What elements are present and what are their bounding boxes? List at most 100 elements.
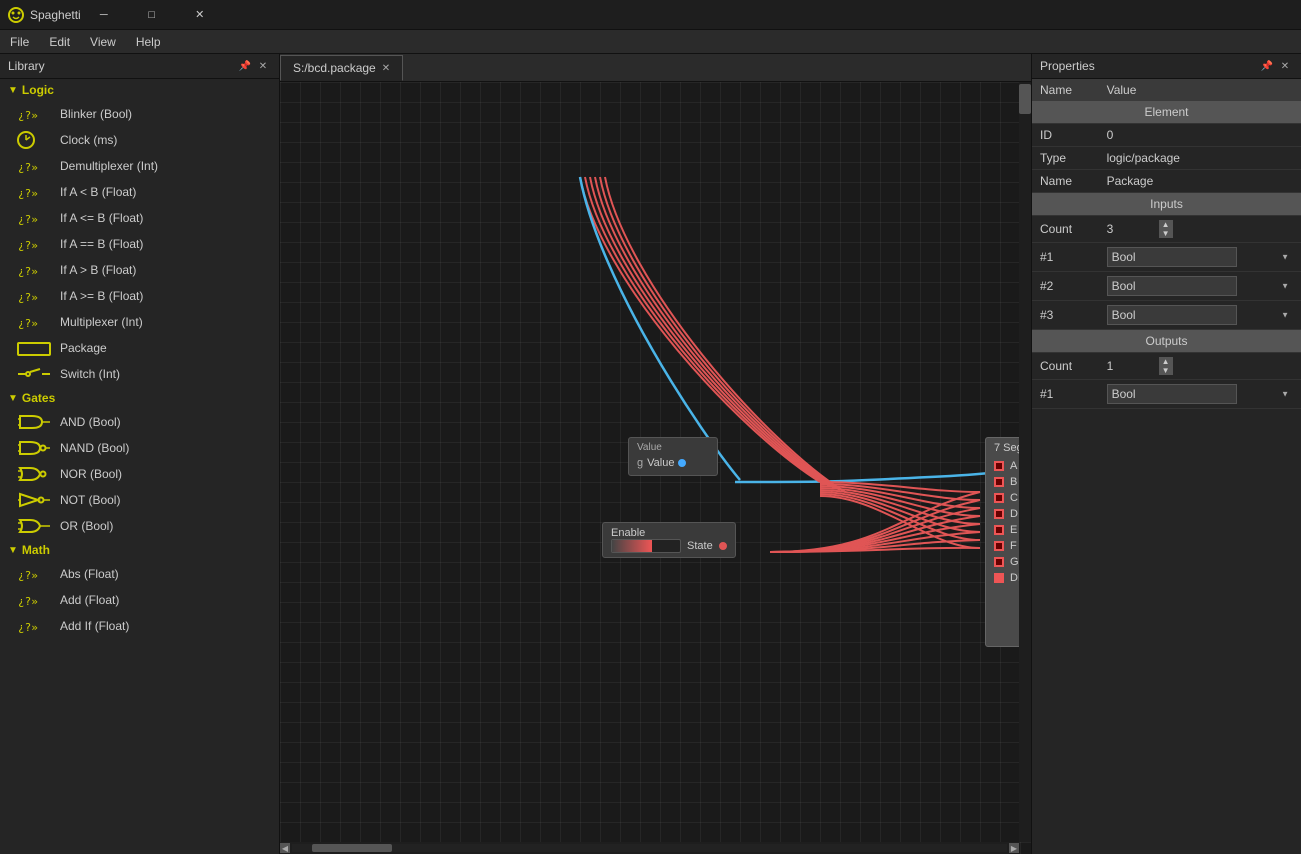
props-name-label: Name (1032, 170, 1099, 193)
enable-slider[interactable] (611, 539, 681, 553)
lib-item-blinker[interactable]: ¿?» Blinker (Bool) (0, 101, 279, 127)
props-row-type: Type logic/package (1032, 147, 1301, 170)
lib-item-switch-label: Switch (Int) (60, 367, 120, 381)
props-input-1-arrow: ▼ (1281, 253, 1289, 262)
props-outputs-count-input[interactable] (1107, 359, 1157, 373)
lib-item-or[interactable]: OR (Bool) (0, 513, 279, 539)
lib-item-package[interactable]: Package (0, 335, 279, 361)
props-input-1-cell: Bool Int Float ▼ (1099, 243, 1301, 272)
props-input-3-select[interactable]: Bool Int Float (1107, 305, 1237, 325)
if-gte-icon: ¿?» (16, 286, 52, 306)
props-outputs-count-down[interactable]: ▼ (1159, 366, 1173, 375)
props-input-2-arrow: ▼ (1281, 282, 1289, 291)
props-inputs-count-label: Count (1032, 216, 1099, 243)
props-input-3-arrow: ▼ (1281, 311, 1289, 320)
lib-item-nand[interactable]: NAND (Bool) (0, 435, 279, 461)
lib-item-mux[interactable]: ¿?» Multiplexer (Int) (0, 309, 279, 335)
lib-item-switch[interactable]: Switch (Int) (0, 361, 279, 387)
props-row-id: ID 0 (1032, 124, 1301, 147)
properties-close-button[interactable]: ✕ (1277, 58, 1293, 74)
lib-item-if-lte[interactable]: ¿?» If A <= B (Float) (0, 205, 279, 231)
lib-item-abs-label: Abs (Float) (60, 567, 119, 581)
seg-port-d-indicator (994, 509, 1004, 519)
props-inputs-count-input[interactable] (1107, 222, 1157, 236)
lib-item-if-gt[interactable]: ¿?» If A > B (Float) (0, 257, 279, 283)
lib-item-abs[interactable]: ¿?» Abs (Float) (0, 561, 279, 587)
svg-text:¿?»: ¿?» (18, 109, 38, 122)
props-output-1-row: #1 Bool Int Float ▼ (1032, 380, 1301, 409)
tab-close-icon[interactable]: ✕ (382, 63, 390, 74)
props-input-3-row: #3 Bool Int Float ▼ (1032, 301, 1301, 330)
menubar: File Edit View Help (0, 30, 1301, 54)
props-input-1-select[interactable]: Bool Int Float (1107, 247, 1237, 267)
app-icon (8, 7, 24, 23)
lib-item-demux-label: Demultiplexer (Int) (60, 159, 158, 173)
properties-panel: Properties 📌 ✕ Name Value Element (1031, 54, 1301, 854)
value-out-port[interactable] (678, 459, 686, 467)
canvas-vscroll-thumb[interactable] (1019, 84, 1031, 114)
lib-item-and[interactable]: AND (Bool) (0, 409, 279, 435)
close-button[interactable]: ✕ (177, 0, 223, 30)
props-inputs-count-up[interactable]: ▲ (1159, 220, 1173, 229)
props-id-value: 0 (1099, 124, 1301, 147)
tab-bcd-package[interactable]: S:/bcd.package ✕ (280, 55, 403, 81)
state-out-port[interactable] (719, 542, 727, 550)
lib-item-add-if[interactable]: ¿?» Add If (Float) (0, 613, 279, 639)
category-logic[interactable]: ▼ Logic (0, 79, 279, 101)
props-input-2-select[interactable]: Bool Int Float (1107, 276, 1237, 296)
canvas-wrapper[interactable]: Value g Value Enable State (280, 82, 1031, 854)
category-math[interactable]: ▼ Math (0, 539, 279, 561)
lib-item-package-label: Package (60, 341, 107, 355)
lib-item-if-gte[interactable]: ¿?» If A >= B (Float) (0, 283, 279, 309)
lib-item-if-lt[interactable]: ¿?» If A < B (Float) (0, 179, 279, 205)
library-close-button[interactable]: ✕ (255, 58, 271, 74)
maximize-button[interactable]: □ (129, 0, 175, 30)
enable-node-title: Enable (611, 527, 727, 539)
canvas-scroll-left[interactable]: ◀ (280, 843, 290, 853)
seg-port-dp-indicator (994, 573, 1004, 583)
lib-item-if-lte-label: If A <= B (Float) (60, 211, 143, 225)
canvas-hscroll[interactable]: ◀ ▶ (280, 842, 1019, 854)
lib-item-nor[interactable]: NOR (Bool) (0, 461, 279, 487)
properties-pin-button[interactable]: 📌 (1259, 58, 1275, 74)
seg-port-g-indicator (994, 557, 1004, 567)
svg-text:¿?»: ¿?» (18, 265, 38, 278)
enable-node[interactable]: Enable State (602, 522, 736, 558)
minimize-button[interactable]: ─ (81, 0, 127, 30)
props-type-value: logic/package (1099, 147, 1301, 170)
menu-help[interactable]: Help (126, 30, 171, 54)
lib-item-if-eq-label: If A == B (Float) (60, 237, 143, 251)
menu-view[interactable]: View (80, 30, 126, 54)
lib-item-not[interactable]: NOT (Bool) (0, 487, 279, 513)
svg-text:¿?»: ¿?» (18, 187, 38, 200)
lib-item-if-eq[interactable]: ¿?» If A == B (Float) (0, 231, 279, 257)
props-output-1-select[interactable]: Bool Int Float (1107, 384, 1237, 404)
value-node[interactable]: Value g Value (628, 437, 718, 476)
lib-item-clock[interactable]: Clock (ms) (0, 127, 279, 153)
canvas-vscroll[interactable] (1019, 82, 1031, 842)
menu-edit[interactable]: Edit (39, 30, 80, 54)
canvas-hscroll-track[interactable] (292, 844, 1007, 852)
props-input-3-label: #3 (1032, 301, 1099, 330)
library-pin-button[interactable]: 📌 (237, 58, 253, 74)
props-input-3-cell: Bool Int Float ▼ (1099, 301, 1301, 330)
category-math-label: Math (22, 543, 50, 557)
lib-item-mux-label: Multiplexer (Int) (60, 315, 143, 329)
category-gates[interactable]: ▼ Gates (0, 387, 279, 409)
svg-text:¿?»: ¿?» (18, 595, 38, 608)
props-inputs-count-down[interactable]: ▼ (1159, 229, 1173, 238)
value-node-title: Value (637, 442, 709, 453)
canvas-scroll-right[interactable]: ▶ (1009, 843, 1019, 853)
lib-item-demux[interactable]: ¿?» Demultiplexer (Int) (0, 153, 279, 179)
if-lt-icon: ¿?» (16, 182, 52, 202)
lib-item-or-label: OR (Bool) (60, 519, 113, 533)
props-id-label: ID (1032, 124, 1099, 147)
switch-icon (16, 364, 52, 384)
canvas-hscroll-thumb[interactable] (312, 844, 392, 852)
and-icon (16, 412, 52, 432)
lib-item-if-lt-label: If A < B (Float) (60, 185, 136, 199)
add-if-icon: ¿?» (16, 616, 52, 636)
menu-file[interactable]: File (0, 30, 39, 54)
lib-item-add[interactable]: ¿?» Add (Float) (0, 587, 279, 613)
props-outputs-count-up[interactable]: ▲ (1159, 357, 1173, 366)
